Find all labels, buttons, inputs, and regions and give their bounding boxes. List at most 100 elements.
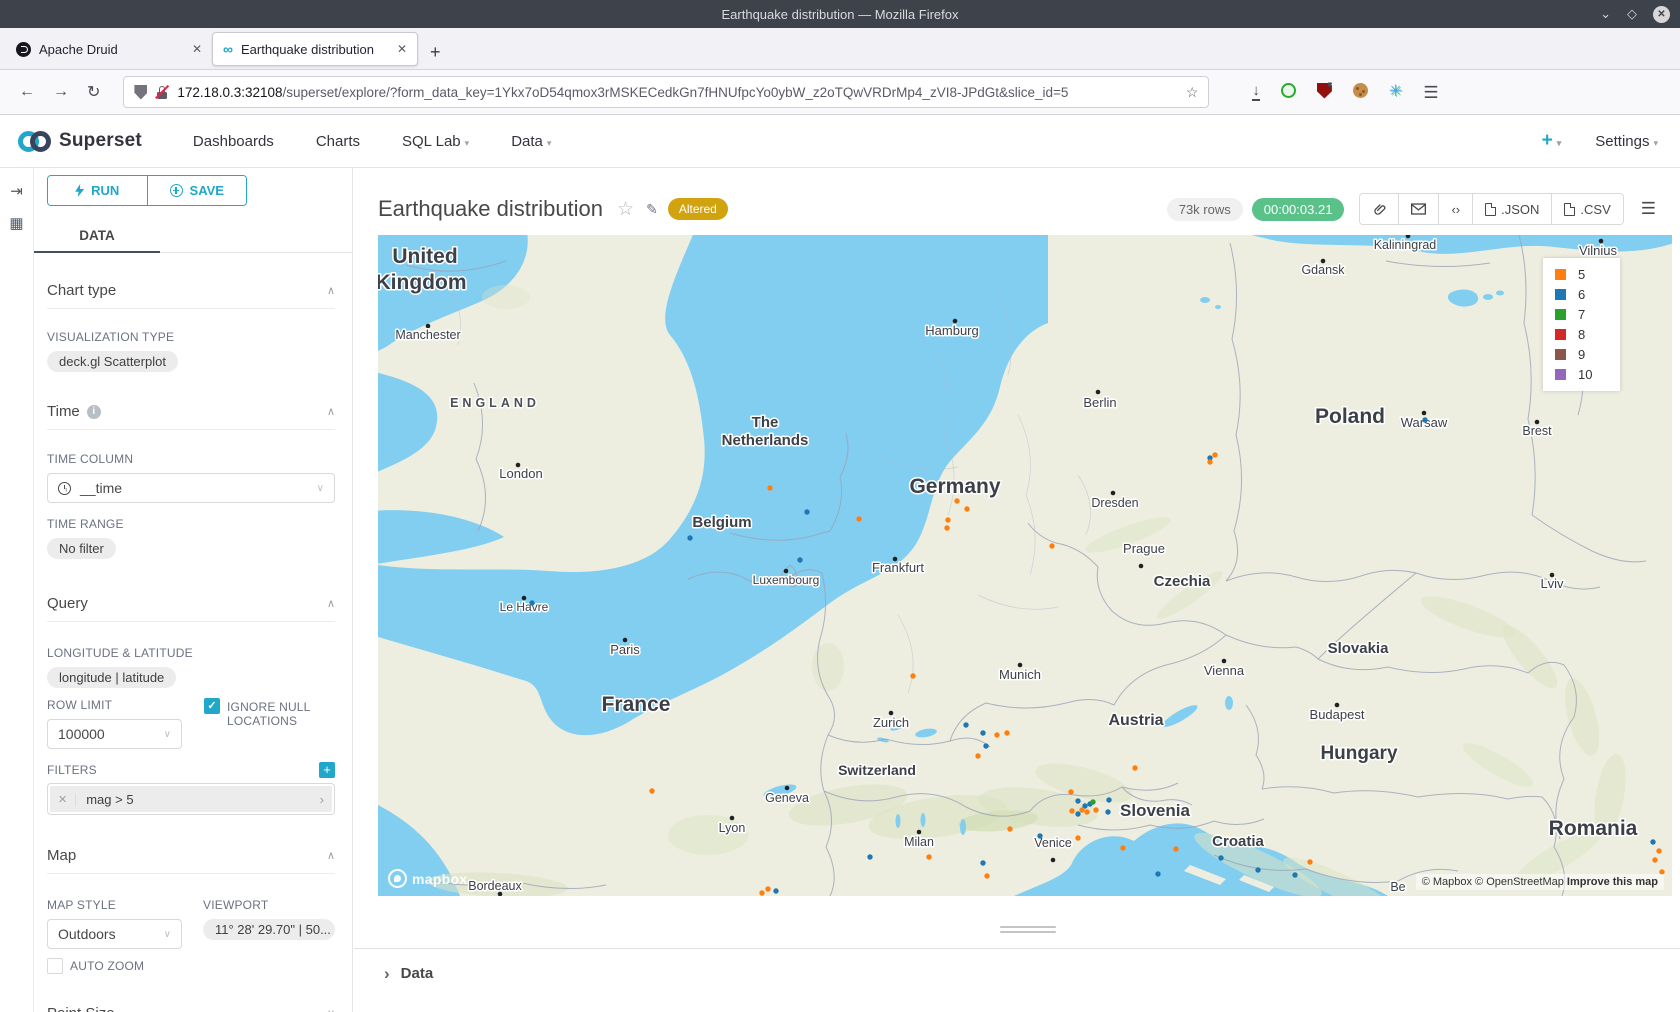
ublock-icon[interactable]: 2	[1317, 83, 1332, 102]
deckgl-scatter-map[interactable]: UnitedKingdomManchesterENGLANDESLondonTh…	[378, 235, 1672, 896]
copy-link-button[interactable]	[1360, 194, 1398, 224]
superset-logo[interactable]: Superset	[18, 130, 142, 152]
time-column-select[interactable]: __time ∨	[47, 473, 335, 503]
extension-green-icon[interactable]	[1281, 83, 1296, 101]
legend-entry[interactable]: 10	[1555, 367, 1608, 382]
forward-button[interactable]: →	[44, 83, 78, 101]
data-panel-header[interactable]: › Data	[354, 949, 1680, 982]
legend-swatch	[1555, 289, 1566, 300]
row-limit-select[interactable]: 100000 ∨	[47, 719, 182, 749]
viz-type-value[interactable]: deck.gl Scatterplot	[47, 351, 178, 372]
export-json-button[interactable]: .JSON	[1472, 194, 1551, 224]
tab-apache-druid[interactable]: Apache Druid ✕	[6, 32, 212, 66]
scatter-point	[1075, 811, 1080, 816]
legend-entry[interactable]: 6	[1555, 287, 1608, 302]
map-label: Be	[1390, 880, 1405, 894]
superset-navbar: Superset Dashboards Charts SQL Lab▾ Data…	[0, 115, 1680, 168]
scatter-point	[856, 516, 861, 521]
section-query[interactable]: Query∧	[47, 595, 335, 622]
nav-dashboards[interactable]: Dashboards	[193, 133, 274, 150]
viz-type-label: VISUALIZATION TYPE	[47, 330, 335, 344]
add-filter-button[interactable]: +	[319, 762, 335, 778]
downloads-icon[interactable]: ↓	[1252, 83, 1260, 101]
tab-close-icon[interactable]: ✕	[192, 42, 202, 56]
scatter-point	[975, 753, 980, 758]
row-limit-label: ROW LIMIT	[47, 698, 204, 712]
favorite-star-icon[interactable]: ☆	[617, 198, 634, 221]
insecure-lock-icon[interactable]	[155, 85, 169, 100]
legend-entry[interactable]: 9	[1555, 347, 1608, 362]
filter-chip[interactable]: ✕ mag > 5 ›	[50, 786, 332, 812]
url-bar[interactable]: 172.18.0.3:32108/superset/explore/?form_…	[123, 76, 1209, 108]
settings-menu[interactable]: Settings▾	[1595, 133, 1658, 150]
panel-resize-handle[interactable]	[1000, 926, 1056, 936]
improve-map-link[interactable]: Improve this map	[1567, 876, 1658, 888]
map-style-select[interactable]: Outdoors ∨	[47, 919, 182, 949]
nav-sql-lab[interactable]: SQL Lab▾	[402, 133, 469, 150]
legend-entry[interactable]: 5	[1555, 267, 1608, 282]
map-label: Kaliningrad	[1374, 238, 1437, 252]
scatter-point	[1120, 845, 1125, 850]
nav-data[interactable]: Data▾	[511, 133, 551, 150]
embed-code-button[interactable]: ‹›	[1438, 194, 1472, 224]
ignore-null-checkbox[interactable]: ✓	[204, 698, 220, 714]
scatter-point	[1007, 826, 1012, 831]
url-text[interactable]: 172.18.0.3:32108/superset/explore/?form_…	[177, 85, 1177, 100]
filter-value[interactable]: mag > 5	[76, 792, 311, 807]
map-label: Netherlands	[722, 432, 809, 449]
map-label: Austria	[1108, 712, 1163, 729]
edit-properties-icon[interactable]: ✎	[646, 201, 658, 218]
dataset-grid-icon[interactable]: ▦	[0, 214, 33, 232]
mapbox-logo[interactable]: mapbox	[388, 869, 467, 888]
legend-entry[interactable]: 8	[1555, 327, 1608, 342]
tracking-shield-icon[interactable]	[134, 85, 147, 100]
section-chart-type[interactable]: Chart type∧	[47, 282, 335, 309]
minimize-icon[interactable]: ⌄	[1600, 6, 1611, 22]
legend-swatch	[1555, 349, 1566, 360]
bookmark-star-icon[interactable]: ☆	[1186, 84, 1199, 101]
new-tab-button[interactable]: +	[418, 42, 453, 69]
export-csv-button[interactable]: .CSV	[1551, 194, 1622, 224]
viewport-value[interactable]: 11° 28' 29.70" | 50...	[203, 919, 335, 940]
add-new-button[interactable]: +▾	[1542, 130, 1562, 152]
legend-entry[interactable]: 7	[1555, 307, 1608, 322]
nav-charts[interactable]: Charts	[316, 133, 360, 150]
menu-hamburger-icon[interactable]: ☰	[1423, 84, 1438, 101]
map-label: Hamburg	[925, 323, 978, 338]
reload-button[interactable]: ↻	[78, 82, 109, 102]
back-button[interactable]: ←	[10, 83, 44, 101]
save-button[interactable]: SAVE	[147, 176, 247, 205]
scatter-point	[1207, 459, 1212, 464]
map-label: Zurich	[873, 715, 909, 730]
chevron-right-icon: ›	[384, 965, 390, 982]
remove-filter-icon[interactable]: ✕	[50, 793, 76, 806]
query-timer-badge: 00:00:03.21	[1252, 198, 1345, 221]
colorful-extension-icon[interactable]: ✳	[1389, 84, 1402, 100]
tab-close-icon[interactable]: ✕	[397, 42, 407, 56]
cookie-extension-icon[interactable]	[1353, 83, 1368, 101]
tab-data[interactable]: DATA	[34, 215, 160, 253]
scatter-point	[910, 673, 915, 678]
email-button[interactable]	[1398, 194, 1438, 224]
filters-label: FILTERS	[47, 763, 97, 777]
close-icon[interactable]: ✕	[1653, 6, 1670, 23]
section-point-size[interactable]: Point Size∨	[47, 1005, 335, 1012]
scatter-point	[1079, 807, 1084, 812]
maximize-icon[interactable]: ◇	[1627, 6, 1637, 22]
section-time[interactable]: Timei ∧	[47, 403, 335, 430]
tab-earthquake-distribution[interactable]: ∞ Earthquake distribution ✕	[212, 32, 418, 66]
auto-zoom-checkbox[interactable]	[47, 958, 63, 974]
scatter-point	[1292, 872, 1297, 877]
map-label: Vienna	[1204, 663, 1245, 678]
run-button[interactable]: RUN	[48, 176, 147, 205]
collapse-panel-icon[interactable]: ⇥	[0, 182, 33, 200]
map-label: Geneva	[765, 791, 809, 805]
save-icon	[170, 184, 183, 197]
legend-swatch	[1555, 309, 1566, 320]
lonlat-value[interactable]: longitude | latitude	[47, 667, 176, 688]
chart-menu-icon[interactable]: ☰	[1633, 199, 1664, 219]
expand-filter-icon[interactable]: ›	[312, 792, 332, 807]
time-range-value[interactable]: No filter	[47, 538, 116, 559]
map-label: Slovenia	[1120, 801, 1190, 820]
section-map[interactable]: Map∧	[47, 847, 335, 874]
